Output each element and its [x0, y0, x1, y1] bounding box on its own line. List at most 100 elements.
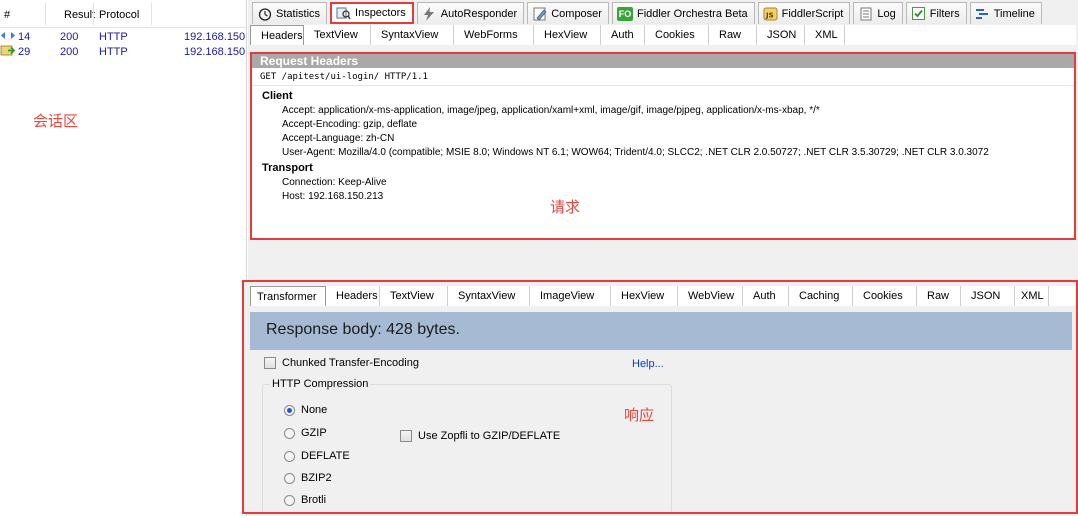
zopfli-label: Use Zopfli to GZIP/DEFLATE — [418, 430, 561, 442]
checkbox-icon — [264, 357, 276, 369]
response-tab-cookies[interactable]: Cookies — [853, 286, 917, 306]
session-row[interactable]: 29 200 HTTP 192.168.150 — [0, 45, 246, 60]
compression-radio-deflate[interactable]: DEFLATE — [284, 450, 350, 462]
response-tab-hexview[interactable]: HexView — [611, 286, 678, 306]
request-zone-annotation: 请求 — [550, 198, 581, 216]
radio-icon — [284, 494, 295, 506]
tab-inspectors[interactable]: Inspectors — [330, 2, 414, 24]
response-tab-strip: Transformer Headers TextView SyntaxView … — [250, 286, 1076, 306]
response-tab-syntaxview[interactable]: SyntaxView — [448, 286, 530, 306]
response-tab-raw[interactable]: Raw — [917, 286, 961, 306]
request-tab-hexview[interactable]: HexView — [534, 25, 601, 45]
header-group-client: Client — [262, 90, 293, 102]
request-tab-json[interactable]: JSON — [757, 25, 805, 45]
checkbox-icon — [911, 7, 926, 21]
inspector-icon — [336, 6, 351, 20]
compression-radio-gzip[interactable]: GZIP — [284, 427, 327, 439]
header-line: Accept: application/x-ms-application, im… — [282, 105, 820, 116]
radio-label: None — [301, 404, 328, 416]
tab-fiddler-orchestra[interactable]: FO Fiddler Orchestra Beta — [611, 2, 755, 24]
script-icon: JS — [763, 7, 778, 21]
response-tab-auth[interactable]: Auth — [743, 286, 789, 306]
response-pane: Transformer Headers TextView SyntaxView … — [242, 280, 1078, 514]
tab-statistics[interactable]: Statistics — [252, 2, 328, 24]
session-list-header: # Result Protocol — [0, 0, 246, 28]
request-tab-auth[interactable]: Auth — [601, 25, 645, 45]
session-protocol: HTTP — [99, 31, 128, 43]
response-tab-imageview[interactable]: ImageView — [530, 286, 611, 306]
compression-radio-none[interactable]: None — [284, 404, 327, 416]
request-tab-syntaxview[interactable]: SyntaxView — [371, 25, 454, 45]
column-protocol[interactable]: Protocol — [99, 9, 139, 21]
tab-composer[interactable]: Composer — [527, 2, 609, 24]
tab-fiddlerscript[interactable]: JS FiddlerScript — [757, 2, 851, 24]
fo-icon: FO — [616, 6, 633, 21]
tab-label: FiddlerScript — [781, 7, 844, 20]
header-line: Connection: Keep-Alive — [282, 177, 387, 188]
radio-icon — [284, 450, 295, 462]
tab-label: Fiddler Orchestra Beta — [636, 7, 748, 20]
session-protocol: HTTP — [99, 46, 128, 58]
request-tab-cookies[interactable]: Cookies — [645, 25, 709, 45]
session-result: 200 — [60, 46, 79, 58]
tab-autoresponder[interactable]: AutoResponder — [416, 2, 525, 24]
request-tab-xml[interactable]: XML — [805, 25, 845, 45]
svg-text:JS: JS — [765, 11, 774, 19]
response-tab-webview[interactable]: WebView — [678, 286, 743, 306]
tab-filters[interactable]: Filters — [905, 2, 967, 24]
tab-label: Filters — [929, 7, 960, 20]
session-row[interactable]: 14 200 HTTP 192.168.150 — [0, 30, 246, 45]
response-tab-xml[interactable]: XML — [1015, 286, 1049, 306]
session-id: 14 — [18, 31, 31, 43]
request-line: GET /apitest/ui-login/ HTTP/1.1 — [252, 68, 1074, 86]
checkbox-icon — [400, 430, 412, 442]
request-tab-strip: Headers TextView SyntaxView WebForms Hex… — [250, 25, 1076, 45]
radio-label: GZIP — [301, 427, 327, 439]
request-tab-webforms[interactable]: WebForms — [454, 25, 534, 45]
response-body-size: Response body: 428 bytes. — [250, 312, 1072, 350]
request-headers-pane: Request Headers GET /apitest/ui-login/ H… — [250, 52, 1076, 240]
radio-label: DEFLATE — [301, 450, 350, 462]
help-link[interactable]: Help... — [632, 358, 664, 370]
tab-label: AutoResponder — [440, 7, 518, 20]
radio-icon — [284, 427, 295, 439]
response-tab-caching[interactable]: Caching — [789, 286, 853, 306]
response-tab-transformer[interactable]: Transformer — [250, 286, 326, 306]
header-line: Host: 192.168.150.213 — [282, 191, 384, 202]
tab-log[interactable]: Log — [853, 2, 903, 24]
lightning-icon — [422, 6, 437, 21]
response-tab-json[interactable]: JSON — [961, 286, 1015, 306]
session-list: # Result Protocol 14 200 HTTP 192.168.15… — [0, 0, 247, 516]
tab-label: Composer — [551, 7, 602, 20]
column-result[interactable]: Result — [64, 9, 95, 21]
header-group-transport: Transport — [262, 162, 313, 174]
radio-selected-icon — [284, 404, 295, 416]
request-tab-textview[interactable]: TextView — [304, 25, 371, 45]
tab-timeline[interactable]: Timeline — [969, 2, 1042, 24]
request-arrows-icon — [1, 32, 15, 39]
session-host: 192.168.150 — [184, 46, 246, 58]
inspector-panel: Statistics Inspectors AutoResponder Comp… — [242, 0, 1078, 516]
tab-label: Inspectors — [355, 7, 406, 19]
tab-label: Timeline — [993, 7, 1035, 20]
column-number[interactable]: # — [4, 9, 10, 21]
tab-label: Statistics — [276, 7, 321, 20]
header-line: Accept-Encoding: gzip, deflate — [282, 119, 418, 130]
request-tab-raw[interactable]: Raw — [709, 25, 757, 45]
compression-radio-brotli[interactable]: Brotli — [284, 494, 326, 506]
request-tab-headers[interactable]: Headers — [250, 25, 304, 45]
http-compression-legend: HTTP Compression — [270, 378, 371, 390]
response-zone-annotation: 响应 — [624, 406, 655, 424]
log-icon — [858, 7, 873, 21]
chunked-encoding-checkbox[interactable]: Chunked Transfer-Encoding — [264, 357, 419, 369]
session-zone-annotation: 会话区 — [33, 112, 79, 130]
response-tab-textview[interactable]: TextView — [380, 286, 448, 306]
session-result: 200 — [60, 31, 79, 43]
zopfli-checkbox[interactable]: Use Zopfli to GZIP/DEFLATE — [400, 430, 560, 442]
response-tab-headers[interactable]: Headers — [326, 286, 380, 306]
compression-radio-bzip2[interactable]: BZIP2 — [284, 472, 332, 484]
header-line: Accept-Language: zh-CN — [282, 133, 395, 144]
timeline-icon — [975, 7, 990, 21]
radio-label: BZIP2 — [301, 472, 332, 484]
radio-icon — [284, 472, 295, 484]
